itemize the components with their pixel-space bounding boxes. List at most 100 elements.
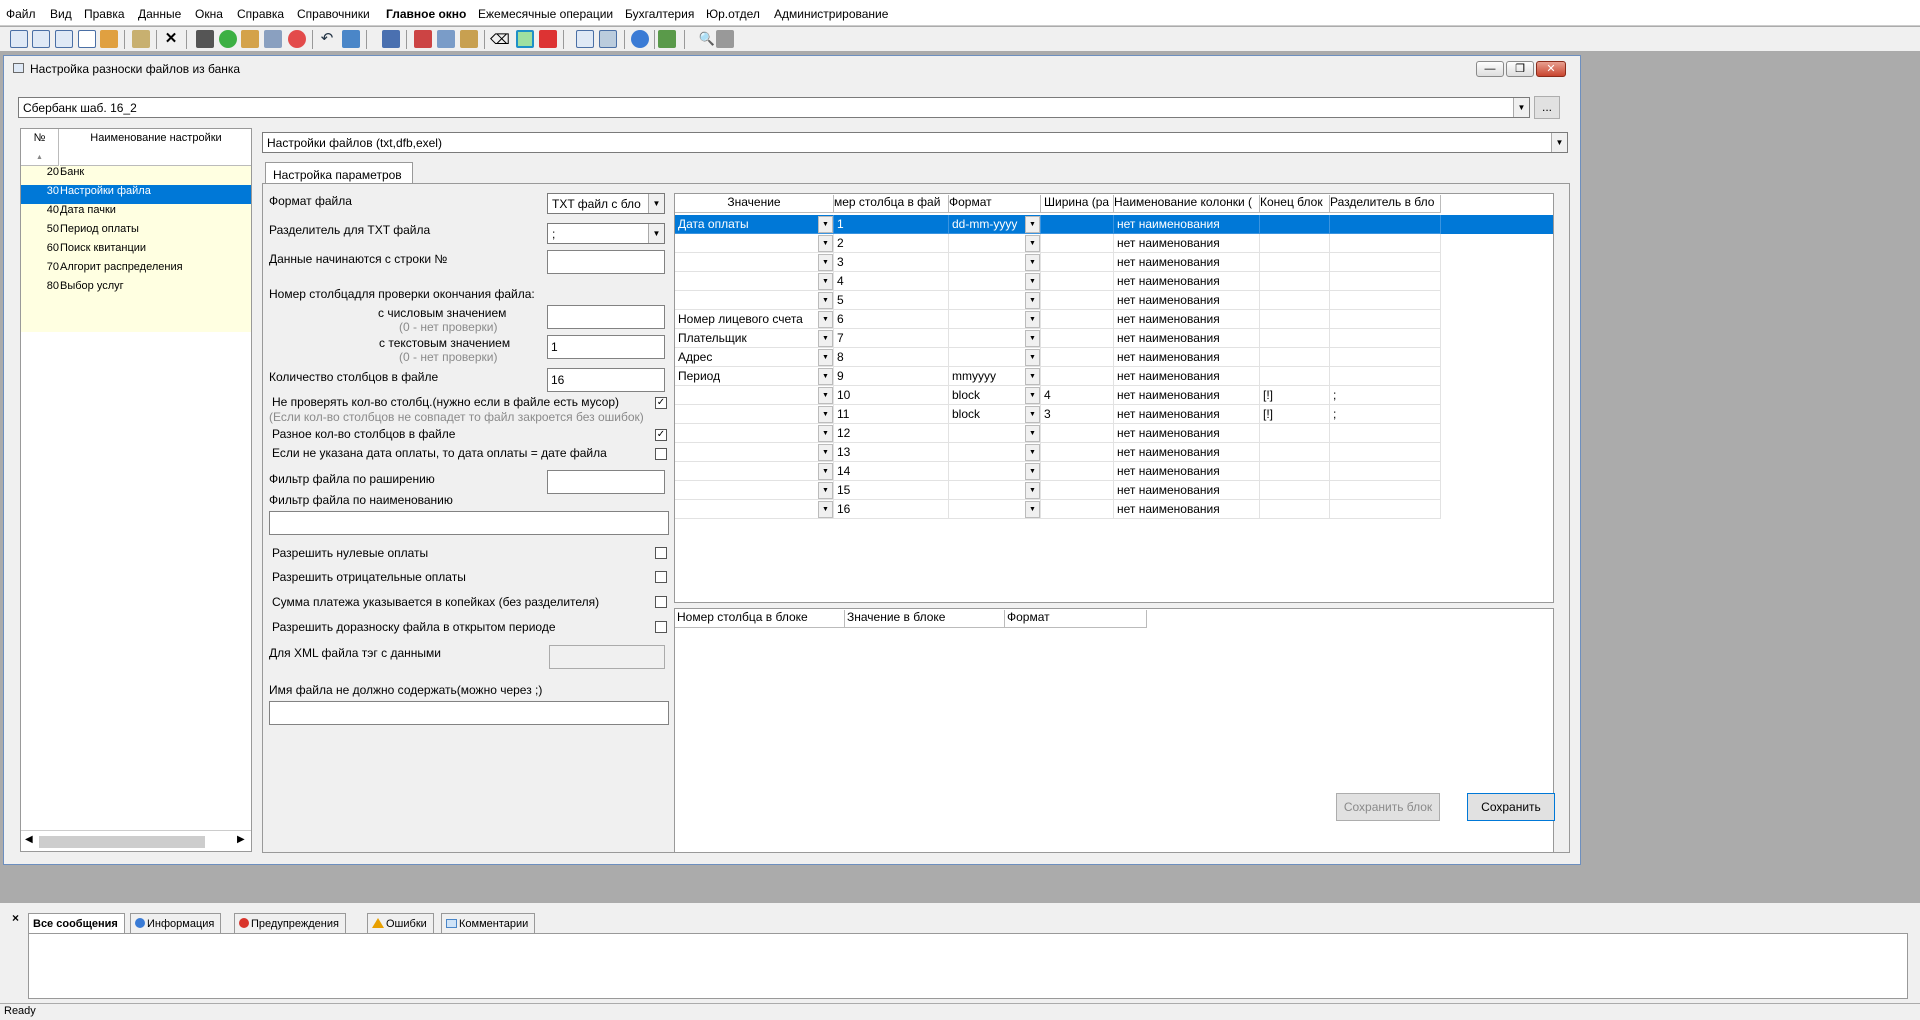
grid-cell-sep[interactable] [1330,329,1441,348]
menu-main-window[interactable]: Главное окно [386,7,466,21]
grid-cell-width[interactable] [1041,329,1114,348]
grid-cell-sep[interactable] [1330,234,1441,253]
chevron-down-icon[interactable]: ▼ [818,216,833,233]
grid-cell-end[interactable] [1260,234,1330,253]
col-header-end[interactable]: Конец блок [1260,195,1330,213]
grid-cell-sep[interactable] [1330,348,1441,367]
grid-cell-value[interactable]: Плательщик [675,329,834,348]
grid-cell-sep[interactable] [1330,310,1441,329]
grid-cell-end[interactable] [1260,424,1330,443]
grid-cell-width[interactable] [1041,234,1114,253]
grid-cell-name[interactable]: нет наименования [1114,253,1260,272]
zero-pay-checkbox[interactable] [655,547,667,559]
clipboard-icon[interactable] [132,30,150,48]
grid-cell-width[interactable] [1041,462,1114,481]
grid-cell-name[interactable]: нет наименования [1114,215,1260,234]
grid-cell-col[interactable]: 16 [834,500,949,519]
grid-cell-sep[interactable] [1330,462,1441,481]
grid-cell-end[interactable] [1260,462,1330,481]
block-header-value[interactable]: Значение в блоке [845,610,1005,628]
chevron-down-icon[interactable]: ▼ [818,349,833,366]
edit-icon[interactable] [264,30,282,48]
grid-cell-col[interactable]: 14 [834,462,949,481]
open-period-checkbox[interactable] [655,621,667,633]
chevron-down-icon[interactable]: ▼ [818,368,833,385]
exit-icon[interactable] [658,30,676,48]
grid-cell-col[interactable]: 6 [834,310,949,329]
select-area-icon[interactable] [516,30,534,48]
grid-cell-name[interactable]: нет наименования [1114,272,1260,291]
binoculars-icon[interactable] [196,30,214,48]
tile-horizontal-icon[interactable] [55,30,73,48]
chevron-down-icon[interactable]: ▼ [1025,235,1040,252]
menu-directories[interactable]: Справочники [297,7,370,21]
grid-cell-col[interactable]: 4 [834,272,949,291]
tab-parameters[interactable]: Настройка параметров [265,162,413,184]
list-item[interactable]: 80 Выбор услуг [21,280,251,299]
close-x-icon[interactable]: ✕ [162,30,180,48]
menu-legal[interactable]: Юр.отдел [706,7,760,21]
grid-cell-end[interactable] [1260,443,1330,462]
grid-cell-value[interactable] [675,253,834,272]
chevron-down-icon[interactable]: ▼ [1025,501,1040,518]
grid-cell-name[interactable]: нет наименования [1114,310,1260,329]
grid-cell-sep[interactable] [1330,215,1441,234]
grid-cell-name[interactable]: нет наименования [1114,348,1260,367]
menu-view[interactable]: Вид [50,7,72,21]
grid-cell-width[interactable] [1041,253,1114,272]
chevron-down-icon[interactable]: ▼ [1025,406,1040,423]
grid-cell-end[interactable] [1260,329,1330,348]
chevron-down-icon[interactable]: ▼ [1025,482,1040,499]
save-button[interactable]: Сохранить [1467,793,1555,821]
grid-cell-value[interactable] [675,481,834,500]
grid-cell-end[interactable]: [!] [1260,386,1330,405]
no-date-checkbox[interactable] [655,448,667,460]
list-header-name[interactable]: Наименование настройки [60,129,251,166]
close-messages-icon[interactable]: × [12,911,19,925]
block-header-format[interactable]: Формат [1005,610,1147,628]
menu-monthly-operations[interactable]: Ежемесячные операции [478,7,613,21]
xml-tag-input[interactable] [549,645,665,669]
grid-cell-end[interactable] [1260,367,1330,386]
grid-cell-sep[interactable] [1330,443,1441,462]
menu-data[interactable]: Данные [138,7,181,21]
grid-cell-sep[interactable] [1330,500,1441,519]
chevron-down-icon[interactable]: ▼ [1025,216,1040,233]
tab-information[interactable]: Информация [130,913,222,933]
col-header-sep[interactable]: Разделитель в бло [1330,195,1441,213]
chevron-down-icon[interactable]: ▼ [648,224,664,243]
tab-warnings[interactable]: Предупреждения [234,913,346,933]
chevron-down-icon[interactable]: ▼ [1025,330,1040,347]
grid-cell-value[interactable] [675,500,834,519]
grid-cell-col[interactable]: 2 [834,234,949,253]
list-header-num[interactable]: № ▲ [21,129,59,166]
col-count-input[interactable]: 16 [547,368,665,392]
col-header-width[interactable]: Ширина (ра [1041,195,1114,213]
text-input[interactable]: 1 [547,335,665,359]
tab-errors[interactable]: Ошибки [367,913,434,933]
scroll-left-icon[interactable]: ◀ [25,834,33,845]
save-block-button[interactable]: Сохранить блок [1336,793,1440,821]
grid-cell-end[interactable] [1260,215,1330,234]
grid-cell-name[interactable]: нет наименования [1114,462,1260,481]
template-combo[interactable]: Сбербанк шаб. 16_2 ▼ [18,97,1530,118]
grid-cell-width[interactable]: 3 [1041,405,1114,424]
neg-pay-checkbox[interactable] [655,571,667,583]
file-format-combo[interactable]: TXT файл с бло ▼ [547,193,665,214]
list-item[interactable]: 50 Период оплаты [21,223,251,242]
grid-cell-name[interactable]: нет наименования [1114,443,1260,462]
open-folder-icon[interactable] [241,30,259,48]
grid-cell-value[interactable] [675,443,834,462]
scroll-right-icon[interactable]: ▶ [237,834,245,845]
minimize-button[interactable]: — [1476,61,1504,77]
grid-cell-name[interactable]: нет наименования [1114,386,1260,405]
close-button[interactable]: ✕ [1536,61,1566,77]
tile-vertical-icon[interactable] [32,30,50,48]
exclude-name-input[interactable] [269,701,669,725]
grid-cell-name[interactable]: нет наименования [1114,234,1260,253]
chevron-down-icon[interactable]: ▼ [1025,368,1040,385]
grid-cell-name[interactable]: нет наименования [1114,424,1260,443]
chevron-down-icon[interactable]: ▼ [818,425,833,442]
help-icon[interactable] [631,30,649,48]
chevron-down-icon[interactable]: ▼ [1025,349,1040,366]
